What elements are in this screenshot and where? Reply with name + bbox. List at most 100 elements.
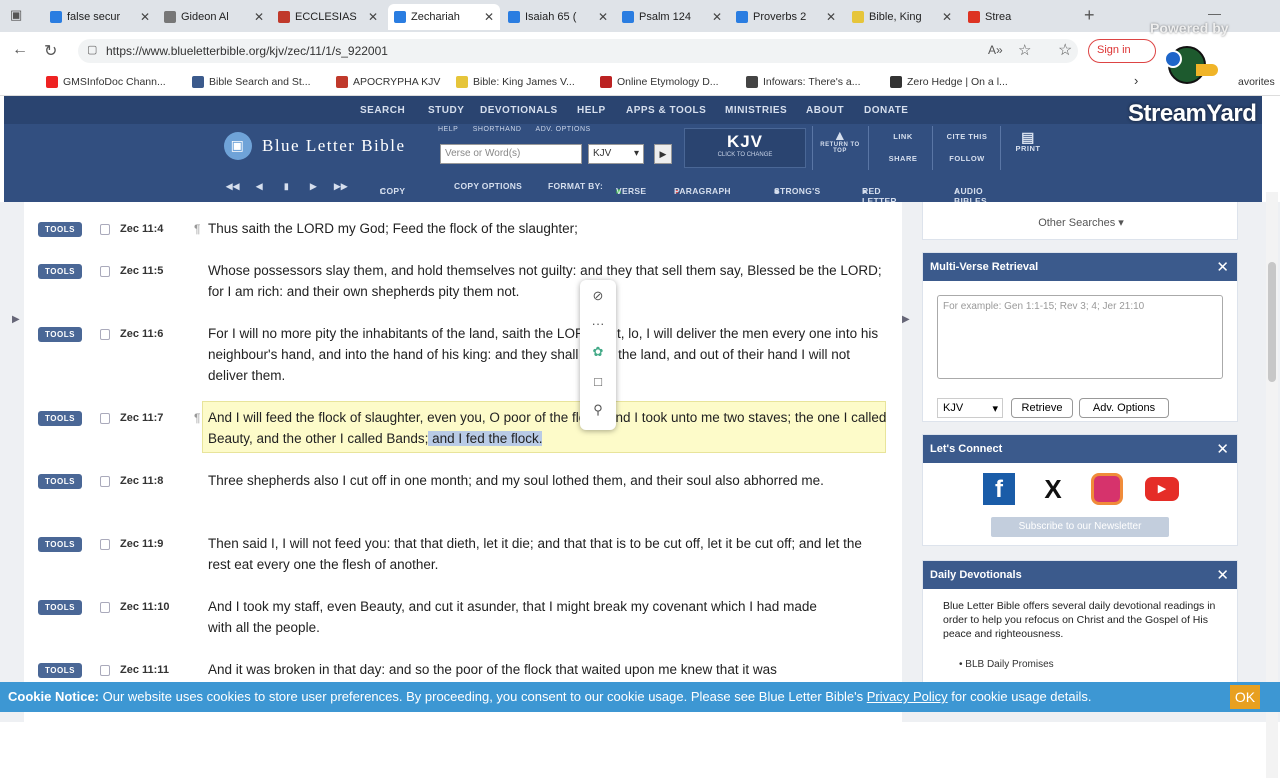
bookmarks-chevron-icon[interactable]: › [1134,73,1138,88]
bookmark-item[interactable]: Bible Search and St... [192,76,311,88]
copy-verse-icon[interactable] [100,224,110,235]
follow-button[interactable]: FOLLOW [938,154,996,163]
collections-icon[interactable]: ☆ [1058,40,1072,60]
close-icon[interactable]: ✕ [1216,440,1229,458]
verse-ref[interactable]: Zec 11:6 [120,328,163,340]
tab-close-icon[interactable]: ✕ [484,10,494,24]
retrieve-button[interactable]: Retrieve [1011,398,1073,418]
nav-donate[interactable]: DONATE [864,105,908,116]
nav-about[interactable]: ABOUT [806,105,844,116]
instagram-icon[interactable] [1091,473,1123,505]
blb-logo[interactable]: ▣ Blue Letter Bible [224,132,406,160]
x-twitter-icon[interactable]: X [1037,473,1069,505]
refresh-icon[interactable]: ↻ [44,41,57,61]
nav-study[interactable]: STUDY [428,105,464,116]
verse-list-textarea[interactable]: For example: Gen 1:1-15; Rev 3; 4; Jer 2… [937,295,1223,379]
newsletter-button[interactable]: Subscribe to our Newsletter [991,517,1169,537]
copy-verse-icon[interactable] [100,413,110,424]
tab-close-icon[interactable]: ✕ [368,10,378,24]
browser-tab[interactable]: Gideon Al ✕ [158,4,270,30]
search-version-select[interactable]: KJV ▾ [588,144,644,164]
minimize-icon[interactable]: — [1208,6,1221,21]
return-to-top-button[interactable]: ▲ RETURN TO TOP [820,128,860,154]
copy-options-button[interactable]: COPY OPTIONS [454,181,522,191]
verse-ref[interactable]: Zec 11:9 [120,538,163,550]
collapse-right-icon[interactable]: ▶ [902,314,910,325]
sign-in-button[interactable]: Sign in [1088,39,1156,63]
search-help-link[interactable]: HELP [438,126,458,133]
copy-verse-icon[interactable] [100,329,110,340]
cite-button[interactable]: CITE THIS [938,132,996,141]
new-tab-icon[interactable]: + [1084,5,1095,26]
nav-help[interactable]: HELP [577,105,606,116]
search-icon[interactable]: ⚲ [580,402,616,418]
link-button[interactable]: LINK [878,132,928,141]
tools-button[interactable]: TOOLS [38,327,82,342]
browser-tab[interactable]: Proverbs 2 ✕ [730,4,842,30]
browser-tab[interactable]: Psalm 124 ✕ [616,4,728,30]
tab-close-icon[interactable]: ✕ [598,10,608,24]
verse-ref[interactable]: Zec 11:4 [120,223,163,235]
share-button[interactable]: SHARE [878,154,928,163]
facebook-icon[interactable]: f [983,473,1015,505]
copy-verse-icon[interactable] [100,665,110,676]
next-chapter-icon[interactable]: ▶ [310,181,317,192]
browser-tab[interactable]: Zechariah ✕ [388,4,500,30]
copy-verse-icon[interactable] [100,602,110,613]
read-aloud-icon[interactable]: A» [988,43,1003,57]
tools-button[interactable]: TOOLS [38,474,82,489]
tab-actions-icon[interactable]: ▣ [10,7,22,23]
nav-ministries[interactable]: MINISTRIES [725,105,787,116]
nav-apps-tools[interactable]: APPS & TOOLS [626,105,706,116]
print-button[interactable]: ▤ PRINT [1008,130,1048,153]
search-input[interactable]: Verse or Word(s) [440,144,582,164]
hide-eye-icon[interactable]: ⊘ [580,288,616,304]
tab-close-icon[interactable]: ✕ [826,10,836,24]
privacy-policy-link[interactable]: Privacy Policy [867,689,948,704]
tab-close-icon[interactable]: ✕ [140,10,150,24]
search-adv-options-link[interactable]: ADV. OPTIONS [536,126,591,133]
bookmark-item[interactable]: GMSInfoDoc Chann... [46,76,166,88]
tools-button[interactable]: TOOLS [38,537,82,552]
close-icon[interactable]: ✕ [1216,258,1229,276]
first-chapter-icon[interactable]: ◀◀ [226,181,240,192]
tools-button[interactable]: TOOLS [38,222,82,237]
more-options-icon[interactable]: ··· [580,316,616,331]
browser-tab[interactable]: Bible, King ✕ [846,4,958,30]
browser-tab[interactable]: Isaiah 65 (✕ [502,4,614,30]
tools-button[interactable]: TOOLS [38,264,82,279]
close-icon[interactable]: ✕ [1216,566,1229,584]
adv-options-button[interactable]: Adv. Options [1079,398,1169,418]
copy-verse-icon[interactable] [100,476,110,487]
bookmark-item[interactable]: Infowars: There's a... [746,76,861,88]
nav-search[interactable]: SEARCH [360,105,405,116]
browser-tab[interactable]: false secur ✕ [44,4,156,30]
copy-icon[interactable]: □ [580,374,616,389]
youtube-icon[interactable]: ▶ [1145,477,1179,501]
tools-button[interactable]: TOOLS [38,663,82,678]
tab-close-icon[interactable]: ✕ [942,10,952,24]
copilot-icon[interactable]: ✿ [580,344,616,360]
search-go-button[interactable]: ▶ [654,144,672,164]
prev-chapter-icon[interactable]: ◀ [256,181,263,192]
tools-button[interactable]: TOOLS [38,600,82,615]
verse-ref[interactable]: Zec 11:7 [120,412,163,424]
search-shorthand-link[interactable]: SHORTHAND [473,126,522,133]
favorites-label[interactable]: avorites [1238,76,1275,88]
nav-devotionals[interactable]: DEVOTIONALS [480,105,558,116]
copy-verse-icon[interactable] [100,266,110,277]
collapse-left-icon[interactable]: ▶ [12,314,20,325]
tab-close-icon[interactable]: ✕ [254,10,264,24]
other-searches-link[interactable]: Other Searches ▾ [923,216,1239,229]
back-icon[interactable]: ← [12,41,28,59]
scrollbar-thumb[interactable] [1268,262,1276,382]
verse-ref[interactable]: Zec 11:5 [120,265,163,277]
verse-ref[interactable]: Zec 11:10 [120,601,170,613]
devotional-item[interactable]: • BLB Daily Promises [959,659,1054,670]
browser-tab[interactable]: ECCLESIAS ✕ [272,4,384,30]
verse-ref[interactable]: Zec 11:11 [120,664,169,676]
verse-ref[interactable]: Zec 11:8 [120,475,163,487]
browser-tab[interactable]: Strea [962,4,1042,30]
tab-close-icon[interactable]: ✕ [712,10,722,24]
tools-button[interactable]: TOOLS [38,411,82,426]
